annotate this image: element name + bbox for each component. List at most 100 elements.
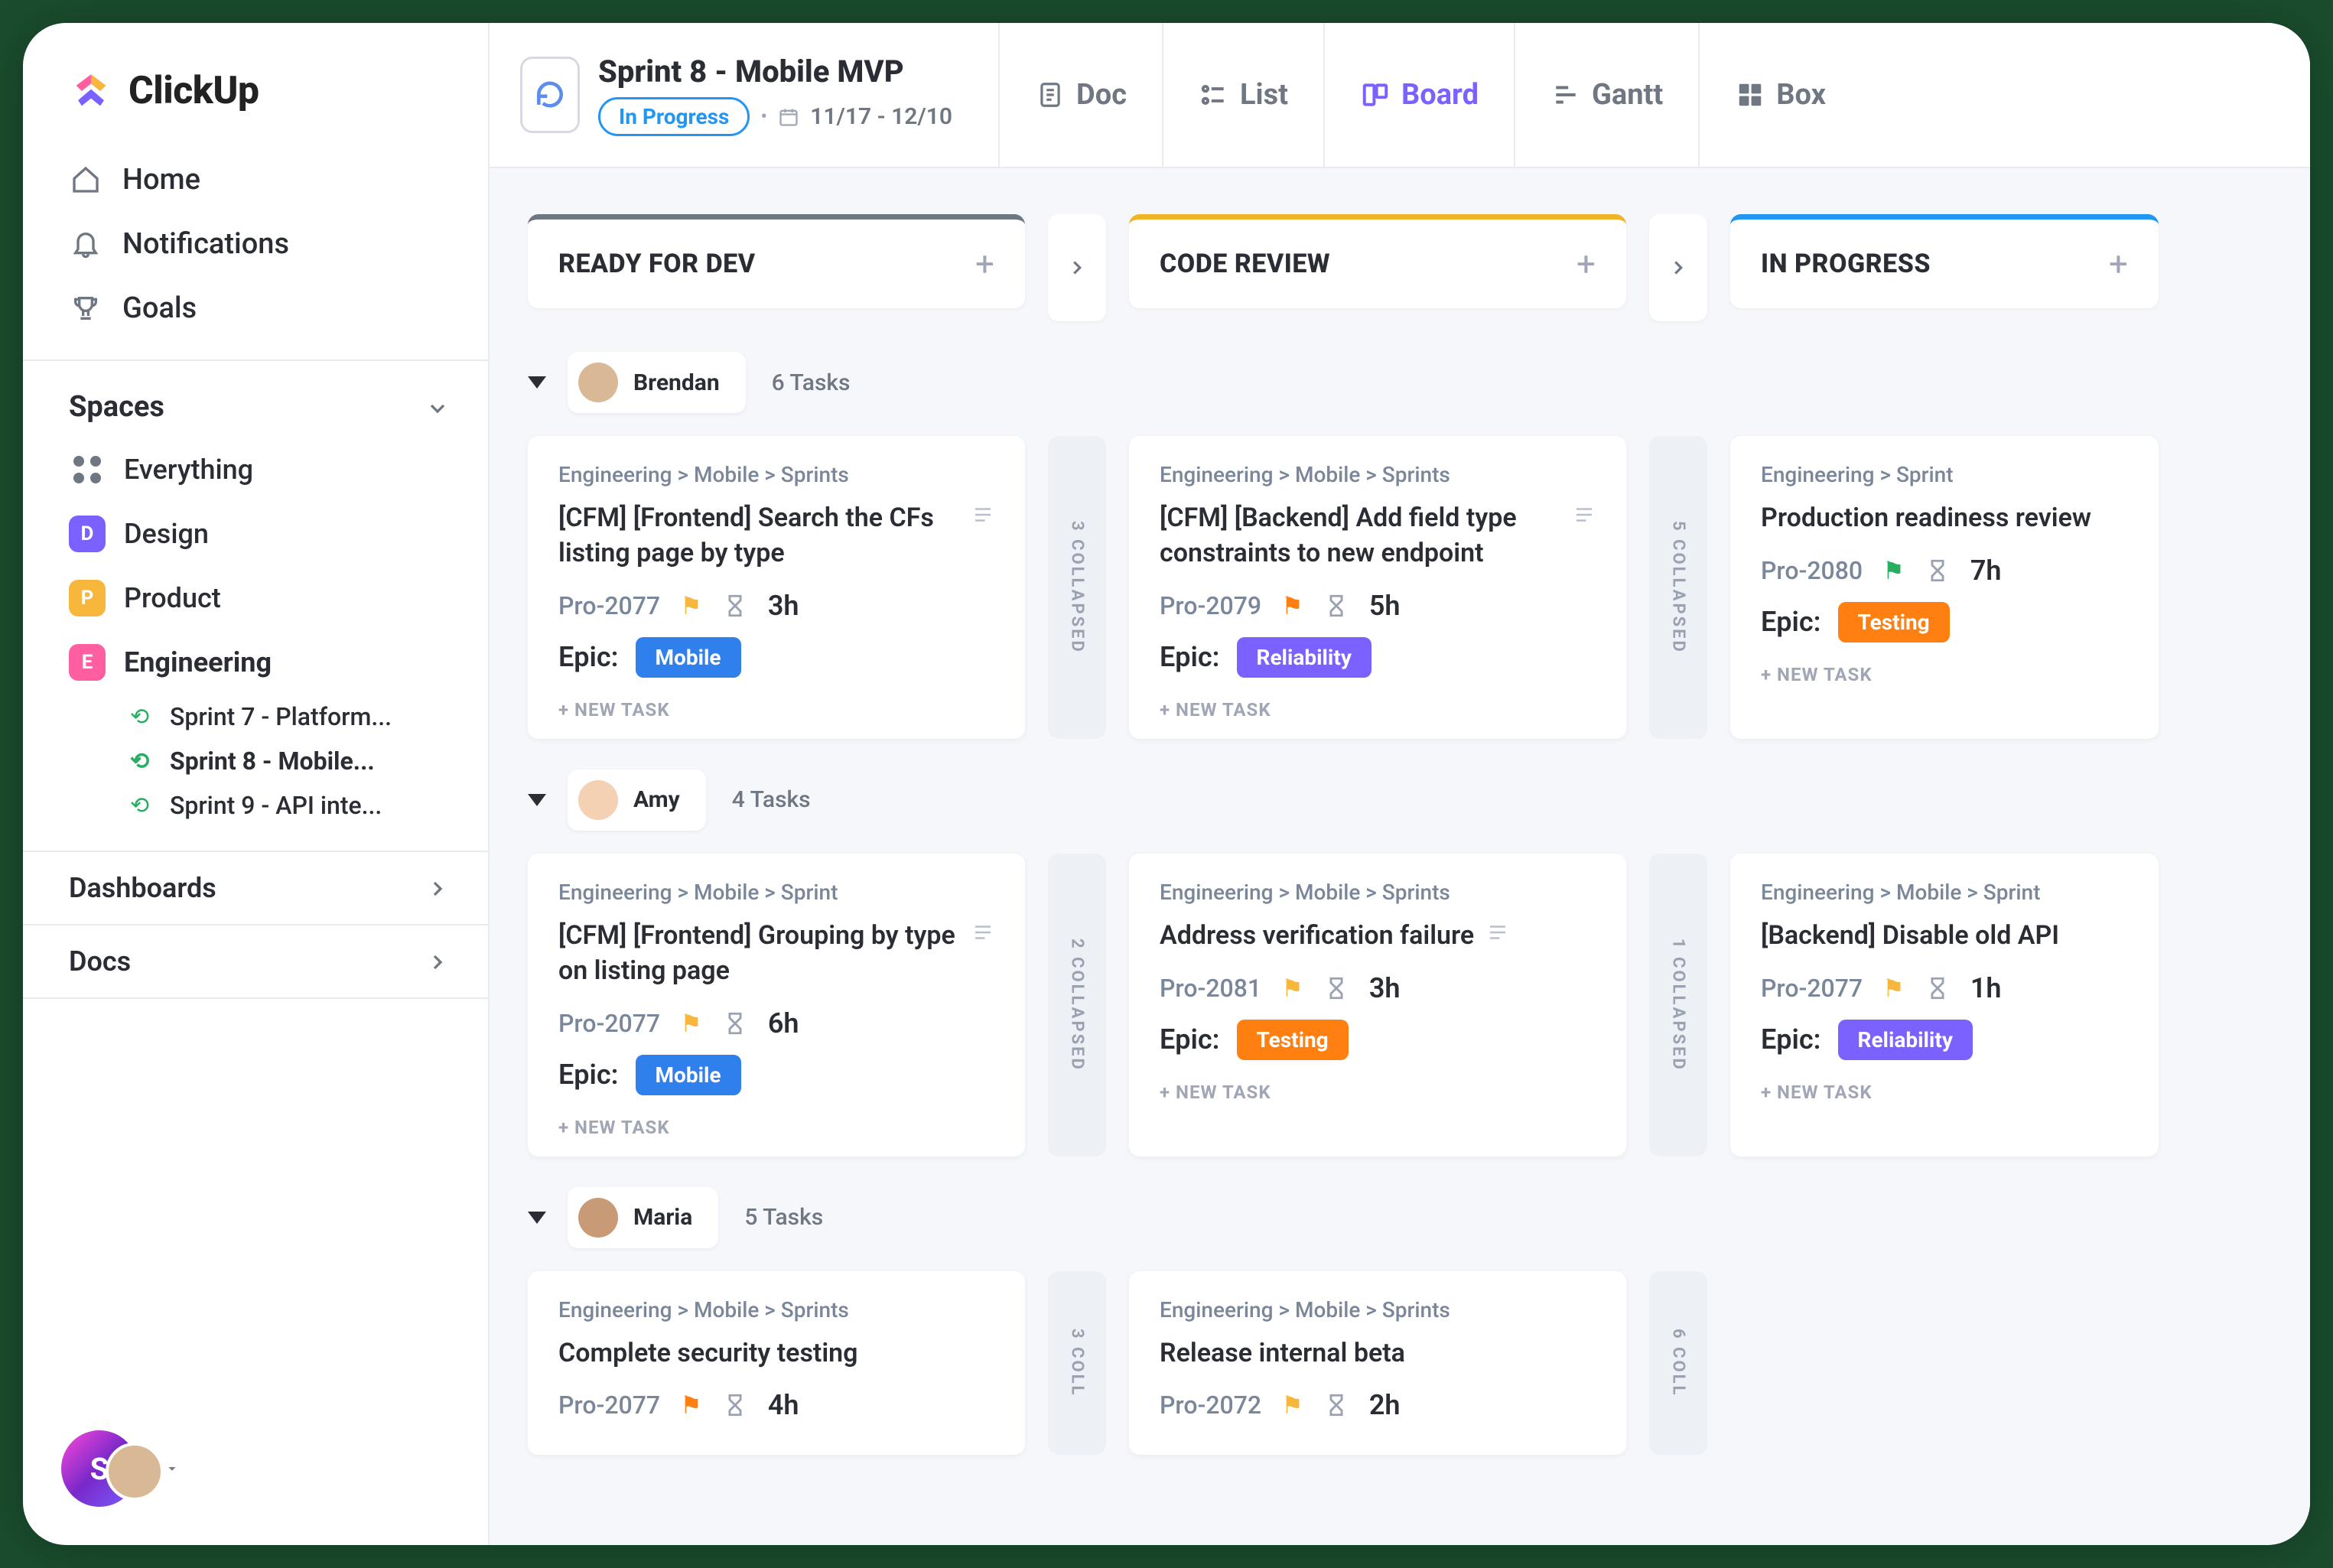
add-task-icon[interactable]: +: [1576, 247, 1596, 281]
task-title: [CFM] [Frontend] Search the CFs listing …: [558, 501, 994, 571]
column: CODE REVIEW +: [1129, 214, 1626, 352]
tab-doc[interactable]: Doc: [998, 23, 1162, 167]
nav-home[interactable]: Home: [46, 148, 465, 212]
epic-chip[interactable]: Testing: [1838, 602, 1950, 642]
epic-row: Epic: Reliability: [1160, 637, 1596, 678]
new-task-button[interactable]: + NEW TASK: [1160, 1074, 1596, 1103]
new-task-button[interactable]: + NEW TASK: [558, 691, 994, 721]
nav-notifications[interactable]: Notifications: [46, 212, 465, 276]
flag-icon[interactable]: ⚑: [1281, 1391, 1303, 1420]
nav-label: Goals: [122, 291, 197, 325]
add-task-icon[interactable]: +: [2109, 247, 2128, 281]
add-task-icon[interactable]: +: [975, 247, 994, 281]
tab-box[interactable]: Box: [1698, 23, 1861, 167]
task-id: Pro-2077: [558, 591, 660, 620]
dashboards-link[interactable]: Dashboards: [23, 851, 488, 924]
description-icon: [1486, 919, 1509, 954]
refresh-button[interactable]: [520, 57, 580, 133]
doc-icon: [1035, 80, 1066, 110]
status-badge[interactable]: In Progress: [598, 97, 750, 136]
task-card[interactable]: Engineering > Mobile > Sprints Complete …: [528, 1271, 1025, 1456]
sprint-link-active[interactable]: ⟲ Sprint 8 - Mobile...: [23, 739, 488, 783]
collapsed-count[interactable]: 2 COLLAPSED: [1048, 854, 1106, 1156]
sprint-link[interactable]: ⟲ Sprint 9 - API inte...: [23, 783, 488, 828]
space-product[interactable]: P Product: [23, 566, 488, 630]
tab-list[interactable]: List: [1162, 23, 1323, 167]
logo[interactable]: ClickUp: [23, 46, 488, 144]
epic-chip[interactable]: Reliability: [1838, 1020, 1973, 1060]
task-title: Release internal beta: [1160, 1336, 1596, 1371]
flag-icon[interactable]: ⚑: [1281, 591, 1303, 620]
task-card[interactable]: Engineering > Mobile > Sprint [CFM] [Fro…: [528, 854, 1025, 1156]
breadcrumb: Engineering > Mobile > Sprints: [1160, 462, 1596, 487]
description-icon: [971, 501, 994, 536]
swimlane-header[interactable]: Brendan 6 Tasks: [528, 352, 2310, 413]
time-estimate: 2h: [1369, 1389, 1401, 1421]
assignee-name: Brendan: [633, 369, 720, 396]
collapsed-count[interactable]: 1 COLLAPSED: [1649, 854, 1707, 1156]
collapse-column-button[interactable]: [1649, 214, 1707, 321]
cards-row: Engineering > Mobile > Sprints Complete …: [528, 1271, 2310, 1456]
everything-item[interactable]: Everything: [23, 438, 488, 502]
task-card[interactable]: Engineering > Sprint Production readines…: [1730, 436, 2159, 739]
collapsed-count[interactable]: 5 COLLAPSED: [1649, 436, 1707, 739]
cards-row: Engineering > Mobile > Sprints [CFM] [Fr…: [528, 436, 2310, 739]
sprint-label: Sprint 7 - Platform...: [170, 702, 392, 731]
epic-row: Epic: Reliability: [1761, 1020, 2128, 1060]
epic-chip[interactable]: Testing: [1237, 1020, 1349, 1060]
sprint-link[interactable]: ⟲ Sprint 7 - Platform...: [23, 695, 488, 739]
space-engineering[interactable]: E Engineering: [23, 630, 488, 695]
assignee-chip[interactable]: Maria: [568, 1187, 718, 1248]
collapsed-count[interactable]: 3 COLL: [1048, 1271, 1106, 1456]
task-card[interactable]: Engineering > Mobile > Sprint [Backend] …: [1730, 854, 2159, 1156]
collapse-triangle-icon[interactable]: [528, 376, 546, 389]
epic-chip[interactable]: Mobile: [636, 1055, 741, 1095]
task-card[interactable]: Engineering > Mobile > Sprints [CFM] [Fr…: [528, 436, 1025, 739]
swimlane-header[interactable]: Amy 4 Tasks: [528, 769, 2310, 831]
home-icon: [69, 163, 102, 197]
flag-icon[interactable]: ⚑: [680, 591, 702, 620]
task-card[interactable]: Engineering > Mobile > Sprints [CFM] [Ba…: [1129, 436, 1626, 739]
time-estimate: 7h: [1970, 555, 2002, 587]
collapse-triangle-icon[interactable]: [528, 794, 546, 806]
time-estimate: 3h: [1369, 972, 1401, 1004]
docs-link[interactable]: Docs: [23, 924, 488, 999]
collapsed-count[interactable]: 3 COLLAPSED: [1048, 436, 1106, 739]
column-header[interactable]: IN PROGRESS +: [1730, 214, 2159, 308]
task-card[interactable]: Engineering > Mobile > Sprints Release i…: [1129, 1271, 1626, 1456]
collapse-column-button[interactable]: [1048, 214, 1106, 321]
spaces-header[interactable]: Spaces: [23, 376, 488, 438]
column-header[interactable]: READY FOR DEV +: [528, 214, 1025, 308]
collapsed-count[interactable]: 6 COLL: [1649, 1271, 1707, 1456]
space-design[interactable]: D Design: [23, 502, 488, 566]
breadcrumb: Engineering > Mobile > Sprints: [558, 462, 994, 487]
task-meta: Pro-2081 ⚑ 3h: [1160, 972, 1596, 1004]
tab-label: Doc: [1076, 78, 1127, 112]
tab-gantt[interactable]: Gantt: [1514, 23, 1698, 167]
swimlane-header[interactable]: Maria 5 Tasks: [528, 1187, 2310, 1248]
description-icon: [1573, 501, 1596, 536]
new-task-button[interactable]: + NEW TASK: [558, 1109, 994, 1138]
epic-chip[interactable]: Mobile: [636, 637, 741, 678]
task-card[interactable]: Engineering > Mobile > Sprints Address v…: [1129, 854, 1626, 1156]
flag-icon[interactable]: ⚑: [1882, 556, 1905, 585]
flag-icon[interactable]: ⚑: [680, 1391, 702, 1420]
task-title: Address verification failure: [1160, 919, 1596, 954]
flag-icon[interactable]: ⚑: [680, 1009, 702, 1038]
flag-icon[interactable]: ⚑: [1882, 974, 1905, 1003]
new-task-button[interactable]: + NEW TASK: [1761, 1074, 2128, 1103]
hourglass-icon: [1323, 593, 1349, 619]
assignee-chip[interactable]: Amy: [568, 769, 706, 831]
flag-icon[interactable]: ⚑: [1281, 974, 1303, 1003]
new-task-button[interactable]: + NEW TASK: [1761, 656, 2128, 685]
new-task-button[interactable]: + NEW TASK: [1160, 691, 1596, 721]
assignee-chip[interactable]: Brendan: [568, 352, 746, 413]
space-badge: E: [69, 644, 106, 681]
gantt-icon: [1550, 80, 1581, 110]
collapse-triangle-icon[interactable]: [528, 1212, 546, 1224]
column-header[interactable]: CODE REVIEW +: [1129, 214, 1626, 308]
tab-board[interactable]: Board: [1323, 23, 1514, 167]
user-menu[interactable]: S: [23, 1400, 488, 1545]
nav-goals[interactable]: Goals: [46, 276, 465, 340]
epic-chip[interactable]: Reliability: [1237, 637, 1371, 678]
